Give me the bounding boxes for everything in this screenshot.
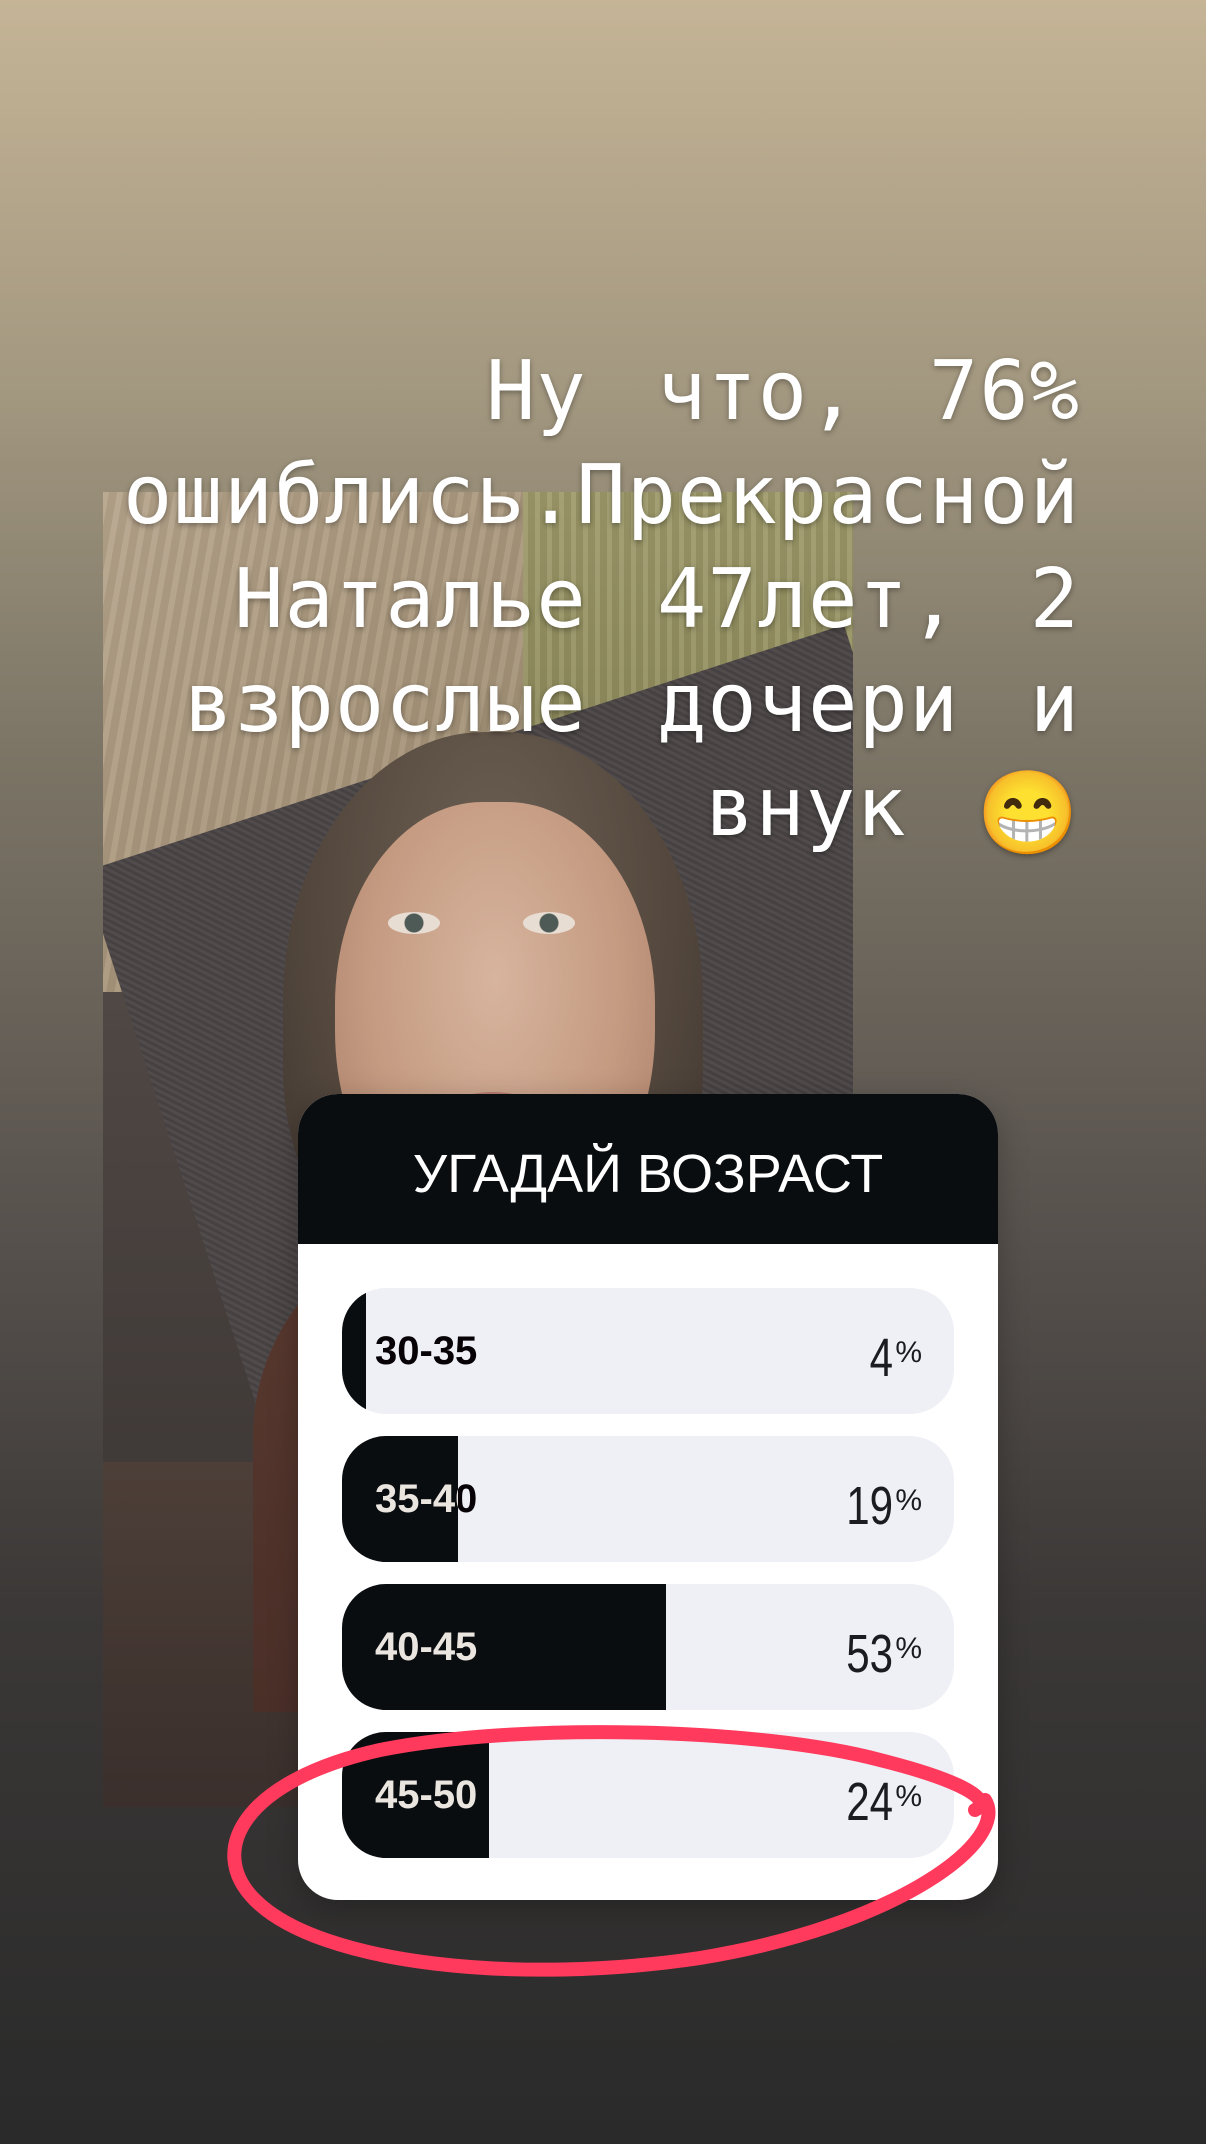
- percent-value: 4: [869, 1328, 894, 1388]
- poll-option-label: 45-50: [375, 1773, 478, 1817]
- poll-option-percent: 24%: [833, 1732, 922, 1858]
- poll-option[interactable]: 30-35 4%: [342, 1288, 954, 1414]
- poll-option-bar: [342, 1288, 367, 1414]
- poll-sticker[interactable]: УГАДАЙ ВОЗРАСТ 30-35 4% 35-40 19% 40-45 …: [298, 1094, 998, 1900]
- poll-option-label: 30-35: [375, 1329, 478, 1373]
- percent-sign: %: [895, 1632, 922, 1665]
- percent-sign: %: [895, 1336, 922, 1369]
- grinning-emoji-icon: 😁: [976, 766, 1080, 861]
- poll-option[interactable]: 35-40 19%: [342, 1436, 954, 1562]
- poll-option[interactable]: 40-45 53%: [342, 1584, 954, 1710]
- left-eye: [388, 912, 440, 934]
- caption-line: Ну что, 76%: [485, 344, 1080, 439]
- percent-value: 24: [846, 1772, 894, 1832]
- poll-header: УГАДАЙ ВОЗРАСТ: [298, 1094, 998, 1244]
- percent-sign: %: [895, 1780, 922, 1813]
- right-eye: [523, 912, 575, 934]
- caption-line: внук 😁: [110, 756, 1080, 866]
- poll-option[interactable]: 45-50 24%: [342, 1732, 954, 1858]
- caption-line: Наталье 47лет, 2: [234, 552, 1080, 647]
- poll-option-percent: 19%: [833, 1436, 922, 1562]
- percent-value: 19: [846, 1476, 894, 1536]
- poll-option-label: 40-45: [375, 1625, 478, 1669]
- poll-option-percent: 53%: [833, 1584, 922, 1710]
- poll-option-percent: 4%: [863, 1288, 922, 1414]
- poll-title: УГАДАЙ ВОЗРАСТ: [412, 1144, 884, 1204]
- percent-sign: %: [895, 1484, 922, 1517]
- caption-line-text: внук: [705, 760, 907, 855]
- percent-value: 53: [846, 1624, 894, 1684]
- poll-option-label: 35-40: [375, 1477, 478, 1521]
- story-caption: Ну что, 76% ошиблись.Прекрасной Наталье …: [110, 340, 1080, 866]
- caption-line: взрослые дочери и: [183, 656, 1080, 751]
- caption-line: ошиблись.Прекрасной: [123, 448, 1080, 543]
